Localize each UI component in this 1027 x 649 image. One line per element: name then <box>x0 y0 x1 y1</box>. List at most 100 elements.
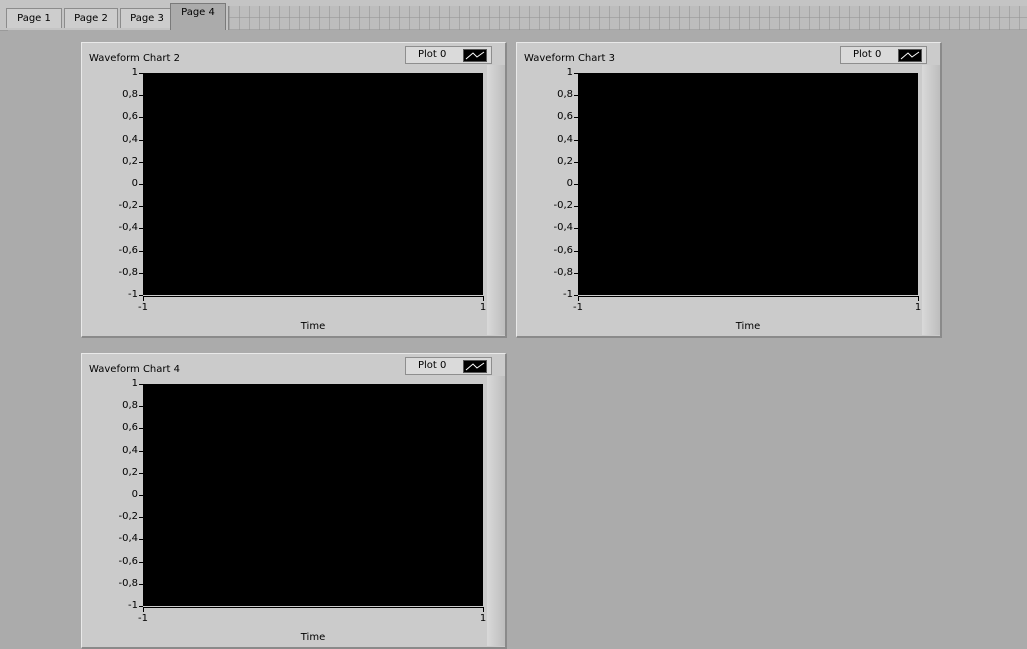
y-tick-label: 0,6 <box>122 422 138 434</box>
y-tick-label: 1 <box>131 67 138 78</box>
y-tick-mark <box>139 117 143 119</box>
tab-page-4[interactable]: Page 4 <box>170 3 226 31</box>
y-tick-label: -1 <box>563 289 573 300</box>
x-axis-line <box>578 296 918 297</box>
y-tick-label: 0,8 <box>122 89 138 101</box>
y-tick-mark <box>139 161 143 163</box>
y-tick-mark <box>574 117 578 119</box>
x-tick-label: 1 <box>914 302 922 313</box>
y-tick-label: 0,6 <box>557 111 573 123</box>
legend-plot-label: Plot 0 <box>418 49 447 60</box>
y-tick-label: 0 <box>566 178 573 189</box>
legend-plot-label: Plot 0 <box>853 49 882 60</box>
y-tick-mark <box>139 472 143 474</box>
y-tick-label: 0,4 <box>557 133 573 145</box>
x-axis-line <box>143 296 483 297</box>
y-tick-mark <box>139 73 143 74</box>
plot-area[interactable] <box>143 73 483 295</box>
y-tick-mark <box>139 206 143 208</box>
y-tick-mark <box>574 95 578 97</box>
y-tick-label: -0,6 <box>118 555 138 567</box>
y-tick-label: 0,4 <box>122 133 138 145</box>
chart-title: Waveform Chart 2 <box>89 53 180 64</box>
x-tick-mark <box>483 296 484 301</box>
y-tick-mark <box>139 272 143 274</box>
chart-title: Waveform Chart 3 <box>524 53 615 64</box>
y-tick-mark <box>574 161 578 163</box>
x-axis-title: Time <box>300 632 326 643</box>
y-tick-mark <box>574 228 578 230</box>
y-tick-mark <box>139 384 143 385</box>
y-tick-label: 0,6 <box>122 111 138 123</box>
tab-strip: Page 1 Page 2 Page 3 Page 4 <box>0 0 1027 31</box>
y-tick-mark <box>139 450 143 452</box>
y-tick-mark <box>139 95 143 97</box>
x-tick-label: 1 <box>479 302 487 313</box>
waveform-chart[interactable]: Waveform Chart 3 Plot 0 1 0,8 0,6 0,4 0,2 0 -0… <box>516 42 942 338</box>
y-tick-label: 0,2 <box>557 155 573 167</box>
y-tick-mark <box>139 539 143 541</box>
line-style-icon[interactable] <box>898 49 922 62</box>
y-tick-mark <box>139 583 143 585</box>
tab-page-1[interactable]: Page 1 <box>6 8 62 28</box>
y-tick-label: -0,8 <box>118 577 138 589</box>
tab-page-2[interactable]: Page 2 <box>64 8 118 28</box>
x-axis-line <box>143 607 483 608</box>
line-style-icon[interactable] <box>463 360 487 373</box>
y-tick-mark <box>139 228 143 230</box>
y-tick-label: -0,4 <box>553 222 573 234</box>
y-tick-label: 1 <box>566 67 573 78</box>
y-tick-label: 0,8 <box>557 89 573 101</box>
y-tick-label: -0,2 <box>118 200 138 212</box>
y-tick-label: -0,6 <box>553 244 573 256</box>
x-axis-title: Time <box>735 321 761 332</box>
y-tick-mark <box>574 139 578 141</box>
y-tick-label: -0,8 <box>118 266 138 278</box>
x-tick-mark <box>143 607 144 612</box>
y-tick-label: 0 <box>131 489 138 500</box>
y-tick-label: -0,2 <box>553 200 573 212</box>
line-style-glyph <box>465 51 485 60</box>
y-tick-mark <box>139 428 143 430</box>
waveform-chart[interactable]: Waveform Chart 2 Plot 0 1 0,8 0,6 0,4 0,2 0 -0… <box>81 42 507 338</box>
y-tick-mark <box>574 250 578 252</box>
x-tick-label: 1 <box>479 613 487 624</box>
x-tick-mark <box>143 296 144 301</box>
y-tick-mark <box>139 561 143 563</box>
line-style-icon[interactable] <box>463 49 487 62</box>
line-style-glyph <box>900 51 920 60</box>
y-tick-mark <box>139 139 143 141</box>
tab-page-3[interactable]: Page 3 <box>120 8 174 28</box>
y-tick-label: 0,8 <box>122 400 138 412</box>
plot-legend[interactable]: Plot 0 <box>840 46 927 64</box>
x-tick-mark <box>918 296 919 301</box>
y-tick-label: 0,2 <box>122 155 138 167</box>
y-tick-label: 1 <box>131 378 138 389</box>
y-tick-label: -0,4 <box>118 222 138 234</box>
y-tick-mark <box>139 406 143 408</box>
x-tick-label: -1 <box>138 613 148 624</box>
x-axis-title: Time <box>300 321 326 332</box>
y-tick-mark <box>139 517 143 519</box>
y-tick-mark <box>139 184 143 185</box>
plot-area[interactable] <box>143 384 483 606</box>
chart-title: Waveform Chart 4 <box>89 364 180 375</box>
plot-legend[interactable]: Plot 0 <box>405 357 492 375</box>
y-tick-label: -0,2 <box>118 511 138 523</box>
tab-strip-filler <box>228 6 1027 30</box>
y-tick-mark <box>574 206 578 208</box>
x-tick-mark <box>483 607 484 612</box>
x-tick-label: -1 <box>138 302 148 313</box>
y-tick-label: -0,6 <box>118 244 138 256</box>
plot-legend[interactable]: Plot 0 <box>405 46 492 64</box>
y-tick-mark <box>139 495 143 496</box>
y-tick-mark <box>574 272 578 274</box>
y-tick-label: -1 <box>128 289 138 300</box>
y-tick-mark <box>574 184 578 185</box>
waveform-chart[interactable]: Waveform Chart 4 Plot 0 1 0,8 0,6 0,4 0,2 0 -0… <box>81 353 507 649</box>
y-tick-label: 0 <box>131 178 138 189</box>
y-tick-label: -0,8 <box>553 266 573 278</box>
plot-area[interactable] <box>578 73 918 295</box>
line-style-glyph <box>465 362 485 371</box>
panel-edge <box>922 65 940 335</box>
